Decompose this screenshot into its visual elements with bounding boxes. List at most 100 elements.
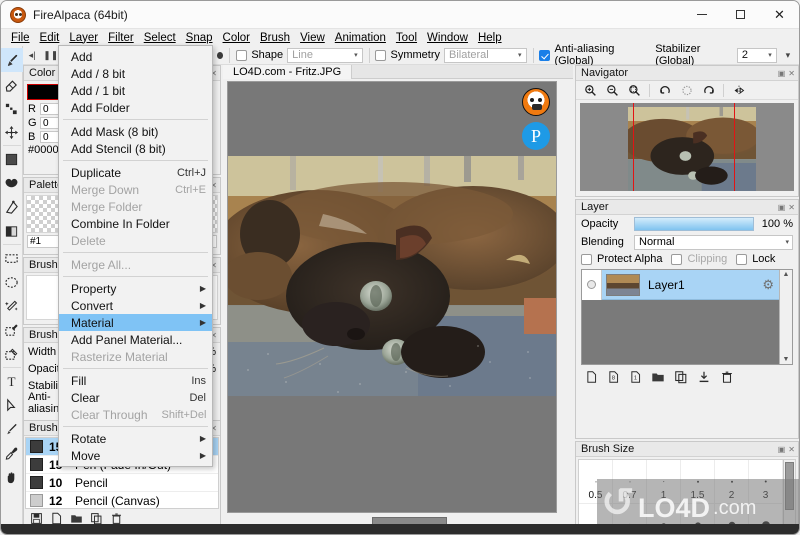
add-layer-icon[interactable] bbox=[585, 370, 598, 387]
layer-opacity-slider[interactable] bbox=[634, 217, 754, 231]
menu-animation[interactable]: Animation bbox=[330, 31, 391, 45]
layer-row[interactable]: Layer1 ⚙ bbox=[582, 269, 779, 300]
close-button[interactable]: ✕ bbox=[760, 1, 799, 29]
gradient-shape-tool[interactable] bbox=[1, 171, 23, 195]
rotate-left-icon[interactable] bbox=[655, 82, 674, 99]
menu-color[interactable]: Color bbox=[218, 31, 255, 45]
menu-file[interactable]: File bbox=[6, 31, 35, 45]
hand-tool[interactable] bbox=[1, 465, 23, 489]
bucket-fill-tool[interactable] bbox=[1, 147, 23, 171]
menu-item-add-stencil[interactable]: Add Stencil (8 bit) bbox=[59, 140, 212, 157]
brush-tool[interactable] bbox=[1, 48, 23, 72]
menu-tool[interactable]: Tool bbox=[391, 31, 422, 45]
shape-checkbox[interactable] bbox=[236, 49, 248, 61]
menu-item-add-panel-material[interactable]: Add Panel Material... bbox=[59, 331, 212, 348]
float-icon[interactable]: ▣ bbox=[778, 203, 786, 212]
layer-visibility-toggle[interactable] bbox=[582, 269, 602, 300]
firealpaca-mascot-icon[interactable] bbox=[522, 88, 550, 116]
pixiv-p-icon[interactable]: P bbox=[522, 122, 550, 150]
canvas-viewport[interactable]: P bbox=[227, 81, 557, 513]
add-folder-icon[interactable] bbox=[651, 370, 665, 387]
blur-tool[interactable] bbox=[1, 96, 23, 120]
add-1bit-layer-icon[interactable]: 1 bbox=[629, 370, 642, 387]
menu-item-combine-in-folder[interactable]: Combine In Folder bbox=[59, 215, 212, 232]
stabilizer-select[interactable]: 2 ▾ bbox=[736, 47, 777, 63]
menu-item-add-1bit[interactable]: Add / 1 bit bbox=[59, 82, 212, 99]
brush-dot-icon[interactable] bbox=[217, 51, 224, 59]
close-icon[interactable]: ✕ bbox=[788, 69, 795, 78]
pen-tool[interactable] bbox=[1, 417, 23, 441]
zoom-out-icon[interactable] bbox=[603, 82, 622, 99]
minimize-button[interactable] bbox=[682, 1, 721, 29]
fit-screen-icon[interactable] bbox=[625, 82, 644, 99]
maximize-button[interactable] bbox=[721, 1, 760, 29]
chevron-down-icon[interactable]: ▼ bbox=[783, 356, 790, 363]
add-8bit-layer-icon[interactable]: 8 bbox=[607, 370, 620, 387]
text-tool[interactable]: T bbox=[1, 369, 23, 393]
step-back-icon[interactable]: ◂| bbox=[25, 48, 39, 62]
menu-layer[interactable]: Layer bbox=[64, 30, 104, 45]
menu-brush[interactable]: Brush bbox=[255, 31, 295, 45]
canvas-image[interactable] bbox=[228, 156, 556, 396]
menu-item-clear[interactable]: Clear Del bbox=[59, 389, 212, 406]
menu-view[interactable]: View bbox=[295, 31, 330, 45]
symmetry-select[interactable]: Bilateral ▾ bbox=[443, 47, 527, 63]
menu-item-convert[interactable]: Convert ▶ bbox=[59, 297, 212, 314]
protect-alpha-checkbox[interactable] bbox=[581, 253, 592, 265]
menu-snap[interactable]: Snap bbox=[181, 31, 218, 45]
menu-item-rotate[interactable]: Rotate ▶ bbox=[59, 430, 212, 447]
navigator-thumbnail[interactable] bbox=[580, 103, 794, 191]
select-eraser-tool[interactable] bbox=[1, 342, 23, 366]
antialiasing-checkbox[interactable] bbox=[539, 49, 551, 61]
menu-item-duplicate[interactable]: Duplicate Ctrl+J bbox=[59, 164, 212, 181]
float-icon[interactable]: ▣ bbox=[778, 69, 786, 78]
select-pen-tool[interactable] bbox=[1, 318, 23, 342]
menu-item-add-folder[interactable]: Add Folder bbox=[59, 99, 212, 116]
delete-layer-icon[interactable] bbox=[720, 370, 734, 387]
menu-select[interactable]: Select bbox=[139, 31, 181, 45]
object-select-tool[interactable] bbox=[1, 393, 23, 417]
shape-select[interactable]: Line ▾ bbox=[287, 47, 363, 63]
float-icon[interactable]: ▣ bbox=[778, 445, 786, 454]
menu-window[interactable]: Window bbox=[422, 31, 473, 45]
brush-list-item[interactable]: 10 Pencil bbox=[26, 474, 218, 492]
move-tool[interactable] bbox=[1, 120, 23, 144]
brush-list-item[interactable]: 12 Pencil (Canvas) bbox=[26, 492, 218, 508]
menu-item-fill[interactable]: Fill Ins bbox=[59, 372, 212, 389]
reset-rotation-icon[interactable] bbox=[677, 82, 696, 99]
menu-item-add-8bit[interactable]: Add / 8 bit bbox=[59, 65, 212, 82]
rotate-right-icon[interactable] bbox=[699, 82, 718, 99]
gradient-tool[interactable] bbox=[1, 219, 23, 243]
menu-item-move[interactable]: Move ▶ bbox=[59, 447, 212, 464]
merge-down-icon[interactable] bbox=[697, 370, 711, 387]
eraser-tool[interactable] bbox=[1, 72, 23, 96]
menu-filter[interactable]: Filter bbox=[103, 31, 139, 45]
layer-list-scrollbar[interactable]: ▲ ▼ bbox=[779, 270, 792, 364]
clipping-checkbox[interactable] bbox=[671, 253, 683, 265]
pause-icon[interactable]: ❚❚ bbox=[43, 48, 58, 62]
rect-select-tool[interactable] bbox=[1, 246, 23, 270]
gear-icon[interactable]: ⚙ bbox=[762, 277, 774, 293]
eyedropper-tool[interactable] bbox=[1, 441, 23, 465]
flip-horizontal-icon[interactable] bbox=[729, 82, 748, 99]
menu-item-add-mask[interactable]: Add Mask (8 bit) bbox=[59, 123, 212, 140]
layer-list[interactable]: Layer1 ⚙ ▲ ▼ bbox=[581, 269, 793, 365]
close-icon[interactable]: ✕ bbox=[788, 203, 795, 212]
zoom-in-icon[interactable] bbox=[581, 82, 600, 99]
chevron-up-icon[interactable]: ▲ bbox=[783, 271, 790, 278]
curve-tool[interactable] bbox=[1, 195, 23, 219]
magic-wand-tool[interactable] bbox=[1, 294, 23, 318]
menu-item-material[interactable]: Material ▶ bbox=[59, 314, 212, 331]
menu-item-add[interactable]: Add bbox=[59, 48, 212, 65]
lasso-select-tool[interactable] bbox=[1, 270, 23, 294]
layer-blending-select[interactable]: Normal ▾ bbox=[634, 234, 793, 250]
menu-help[interactable]: Help bbox=[473, 31, 507, 45]
more-options-icon[interactable]: ▾ bbox=[781, 48, 795, 62]
document-tab[interactable]: LO4D.com - Fritz.JPG bbox=[223, 65, 353, 79]
close-icon[interactable]: ✕ bbox=[788, 445, 795, 454]
menu-edit[interactable]: Edit bbox=[35, 31, 65, 45]
lock-checkbox[interactable] bbox=[736, 253, 748, 265]
menu-item-property[interactable]: Property ▶ bbox=[59, 280, 212, 297]
duplicate-layer-icon[interactable] bbox=[674, 370, 688, 387]
symmetry-checkbox[interactable] bbox=[375, 49, 387, 61]
